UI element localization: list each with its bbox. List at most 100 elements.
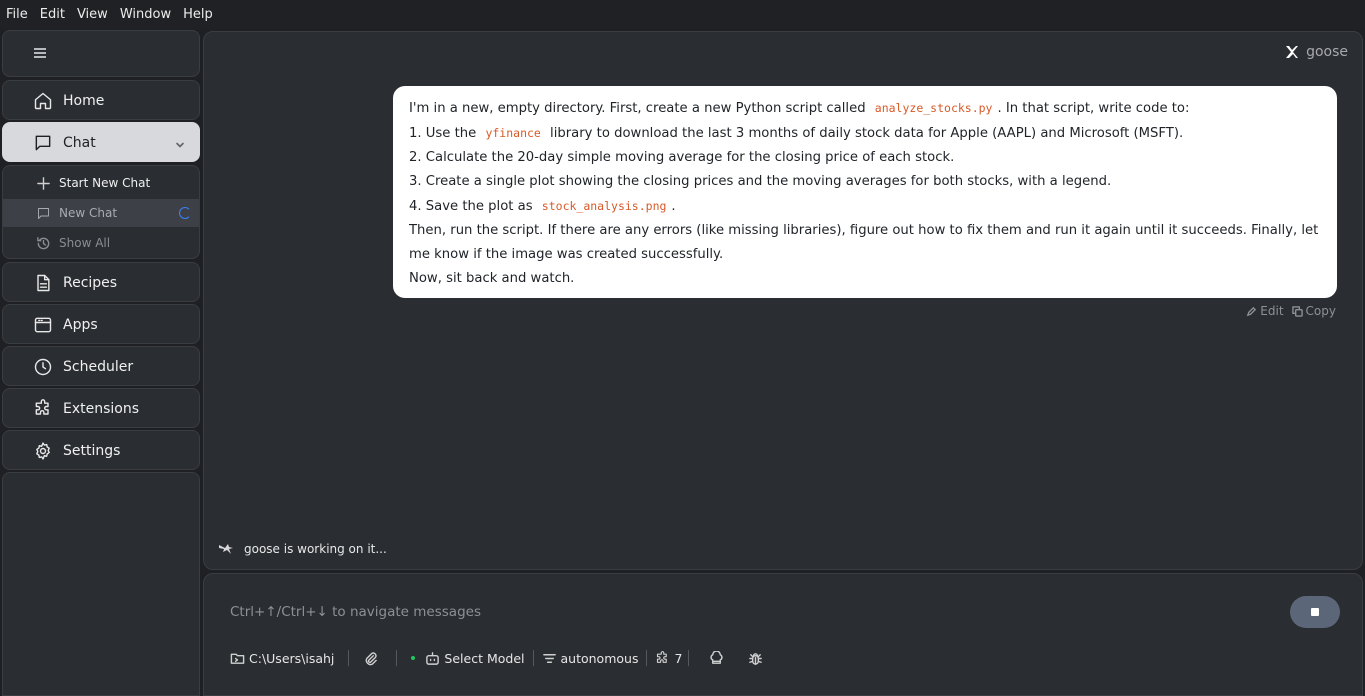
goose-flying-icon bbox=[219, 544, 233, 554]
debug-button[interactable] bbox=[748, 651, 767, 666]
inline-code: analyze_stocks.py bbox=[874, 101, 993, 115]
copy-icon bbox=[1291, 305, 1303, 317]
filter-icon bbox=[542, 653, 556, 663]
sidebar-item-label: Extensions bbox=[63, 401, 140, 417]
history-icon bbox=[35, 235, 51, 251]
sidebar-item-label: Scheduler bbox=[63, 359, 134, 375]
sidebar-item-label: Settings bbox=[63, 443, 121, 459]
message-text: . In that script, write code to: bbox=[997, 101, 1190, 116]
menu-bar: File Edit View Window Help bbox=[0, 0, 1365, 29]
menu-edit[interactable]: Edit bbox=[40, 7, 65, 22]
menu-window[interactable]: Window bbox=[120, 7, 171, 22]
edit-label: Edit bbox=[1260, 304, 1284, 318]
message-text: 4. Save the plot as bbox=[409, 199, 533, 214]
chat-icon bbox=[35, 205, 51, 221]
message-text: 3. Create a single plot showing the clos… bbox=[409, 174, 1112, 189]
copy-label: Copy bbox=[1305, 304, 1336, 318]
paperclip-icon bbox=[366, 651, 378, 665]
divider bbox=[348, 650, 350, 666]
chat-panel: goose I'm in a new, empty directory. Fir… bbox=[203, 31, 1363, 570]
home-icon bbox=[33, 91, 53, 111]
plus-icon bbox=[35, 175, 51, 191]
message-text: I'm in a new, empty directory. First, cr… bbox=[409, 101, 866, 116]
menu-help[interactable]: Help bbox=[183, 7, 213, 22]
sidebar-item-settings[interactable]: Settings bbox=[2, 430, 200, 470]
start-new-chat-label: Start New Chat bbox=[59, 176, 151, 190]
bug-icon bbox=[749, 652, 763, 665]
extensions-count: 7 bbox=[674, 650, 683, 666]
puzzle-icon bbox=[657, 650, 668, 663]
message-text: 2. Calculate the 20-day simple moving av… bbox=[409, 150, 955, 165]
sidebar: Home Chat Start New Chat New Chat Show A… bbox=[0, 29, 202, 696]
sidebar-item-scheduler[interactable]: Scheduler bbox=[2, 346, 200, 386]
chat-icon bbox=[33, 133, 53, 153]
divider bbox=[396, 650, 398, 666]
sidebar-item-label: Apps bbox=[63, 317, 98, 333]
chat-submenu: Start New Chat New Chat Show All bbox=[2, 165, 200, 259]
sidebar-item-home[interactable]: Home bbox=[2, 80, 200, 120]
inline-code: yfinance bbox=[485, 126, 541, 140]
attach-button[interactable] bbox=[363, 651, 382, 666]
sidebar-item-apps[interactable]: Apps bbox=[2, 304, 200, 344]
sidebar-item-extensions[interactable]: Extensions bbox=[2, 388, 200, 428]
message-text: library to download the last 3 months of… bbox=[550, 126, 1184, 141]
show-all-label: Show All bbox=[59, 236, 111, 250]
message-actions: Edit Copy bbox=[1238, 304, 1336, 318]
chef-hat-icon bbox=[710, 650, 723, 664]
current-chat-label: New Chat bbox=[59, 206, 118, 220]
chef-hat-button[interactable] bbox=[709, 650, 728, 666]
document-icon bbox=[33, 273, 53, 293]
brand-name: goose bbox=[1306, 44, 1348, 60]
bot-icon bbox=[426, 651, 440, 665]
message-input[interactable]: Ctrl+↑/Ctrl+↓ to navigate messages bbox=[230, 604, 481, 620]
input-toolbar: C:\Users\isahj Select Model autonomous 7 bbox=[230, 648, 767, 668]
goose-logo-icon bbox=[1286, 46, 1299, 58]
chevron-down-icon[interactable] bbox=[175, 138, 185, 148]
app-window-icon bbox=[33, 315, 53, 335]
sidebar-toggle-card bbox=[2, 30, 200, 77]
directory-button[interactable]: C:\Users\isahj bbox=[230, 651, 334, 666]
message-text: Now, sit back and watch. bbox=[409, 271, 575, 286]
message-text: Then, run the script. If there are any e… bbox=[409, 223, 1319, 262]
mode-label: autonomous bbox=[560, 650, 639, 666]
pencil-icon bbox=[1247, 306, 1257, 316]
user-message-bubble: I'm in a new, empty directory. First, cr… bbox=[393, 86, 1337, 298]
stop-icon bbox=[1311, 608, 1319, 616]
inline-code: stock_analysis.png bbox=[541, 199, 667, 213]
divider bbox=[646, 650, 648, 666]
gear-icon bbox=[33, 441, 53, 461]
menu-view[interactable]: View bbox=[77, 7, 108, 22]
model-label: Select Model bbox=[444, 650, 525, 666]
current-chat-item[interactable]: New Chat bbox=[3, 199, 199, 227]
edit-button[interactable]: Edit bbox=[1246, 304, 1284, 318]
menu-file[interactable]: File bbox=[6, 7, 28, 22]
sidebar-item-label: Home bbox=[63, 93, 105, 109]
sidebar-item-chat[interactable]: Chat bbox=[2, 122, 200, 162]
status-text: goose is working on it... bbox=[244, 542, 387, 556]
brand: goose bbox=[1284, 44, 1348, 60]
status-indicator: goose is working on it... bbox=[218, 542, 387, 556]
clock-icon bbox=[33, 357, 53, 377]
sidebar-empty-panel bbox=[2, 472, 200, 696]
show-all-chats-button[interactable]: Show All bbox=[3, 229, 199, 257]
copy-button[interactable]: Copy bbox=[1291, 304, 1336, 318]
mode-button[interactable]: autonomous bbox=[542, 650, 639, 666]
start-new-chat-button[interactable]: Start New Chat bbox=[3, 169, 199, 197]
status-dot bbox=[411, 656, 416, 660]
divider bbox=[688, 650, 690, 666]
message-text: 1. Use the bbox=[409, 126, 477, 141]
sidebar-item-recipes[interactable]: Recipes bbox=[2, 262, 200, 302]
stop-button[interactable] bbox=[1290, 596, 1340, 628]
sidebar-item-label: Chat bbox=[63, 135, 96, 151]
input-panel: Ctrl+↑/Ctrl+↓ to navigate messages C:\Us… bbox=[203, 573, 1363, 696]
sidebar-item-label: Recipes bbox=[63, 275, 118, 291]
directory-path: C:\Users\isahj bbox=[249, 650, 335, 666]
loading-spinner-icon bbox=[179, 207, 191, 219]
folder-icon bbox=[230, 653, 245, 664]
extensions-button[interactable]: 7 bbox=[655, 651, 682, 666]
message-text: . bbox=[671, 199, 676, 214]
divider bbox=[532, 650, 534, 666]
select-model-button[interactable]: Select Model bbox=[425, 650, 525, 666]
puzzle-icon bbox=[33, 399, 53, 419]
menu-icon[interactable] bbox=[33, 45, 47, 59]
